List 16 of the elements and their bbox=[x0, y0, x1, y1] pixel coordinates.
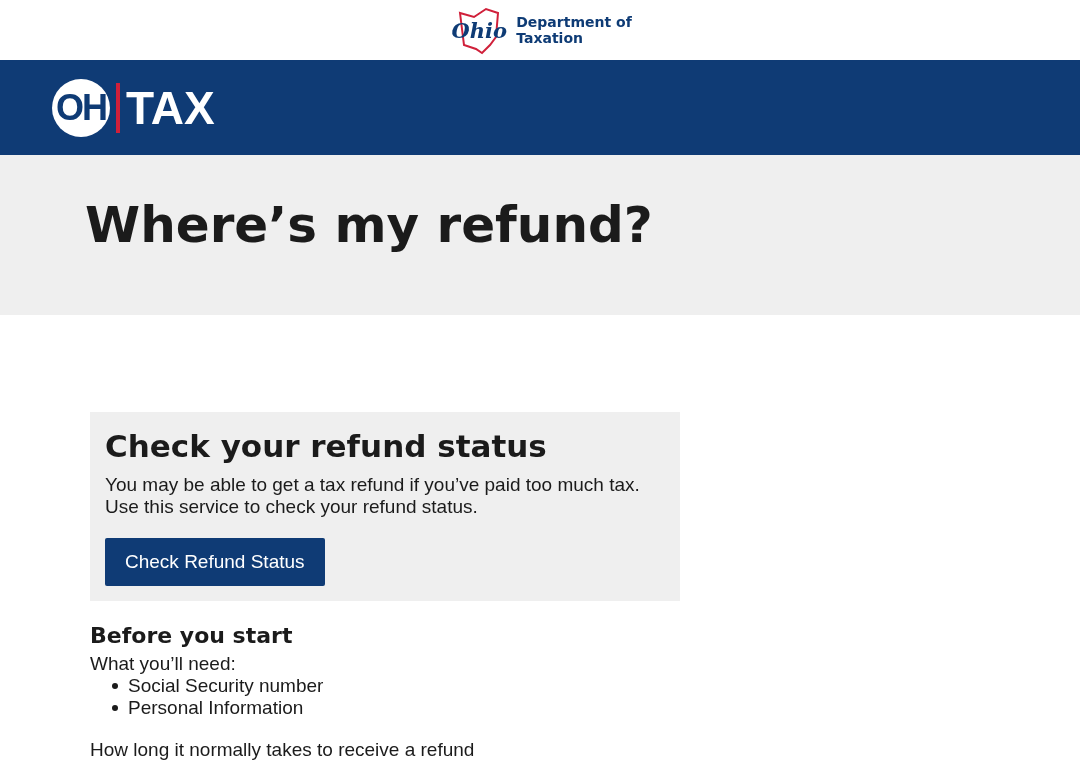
card-text: Use this service to check your refund status. bbox=[105, 496, 479, 518]
agency-name: Taxation bbox=[516, 30, 584, 46]
section-title: Before you start bbox=[90, 623, 294, 648]
logo-text[interactable]: TAX bbox=[126, 80, 215, 135]
logo-badge[interactable]: OH bbox=[52, 78, 110, 137]
bullet-icon bbox=[112, 683, 118, 689]
page-title: Where’s my refund? bbox=[85, 196, 653, 254]
card-title: Check your refund status bbox=[105, 428, 548, 464]
body-text: How long it normally takes to receive a refund bbox=[90, 739, 476, 761]
bullet-icon bbox=[112, 705, 118, 711]
check-status-button[interactable]: Check Refund Status bbox=[105, 538, 325, 586]
card-text: You may be able to get a tax refund if you’ve paid too much tax. bbox=[105, 474, 641, 496]
agency-name: Department of bbox=[516, 14, 632, 30]
list-item: Social Security number bbox=[128, 675, 324, 697]
list-item: Personal Information bbox=[128, 697, 304, 719]
intro-text: What you’ll need: bbox=[90, 653, 237, 675]
